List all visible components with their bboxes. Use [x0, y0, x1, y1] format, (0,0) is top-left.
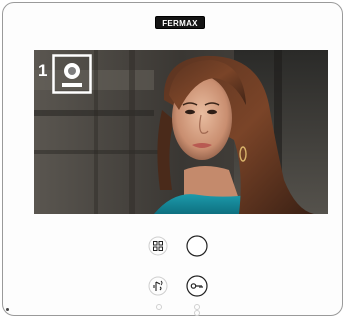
talk-icon	[148, 276, 168, 296]
camera-number: 1	[38, 61, 48, 80]
svg-text:FERMAX: FERMAX	[162, 19, 198, 27]
door-open-button[interactable]	[186, 275, 208, 297]
door-panel-icon	[52, 54, 92, 94]
menu-button[interactable]	[148, 236, 168, 256]
talk-button[interactable]	[148, 276, 168, 296]
grid-icon	[148, 236, 168, 256]
key-icon	[186, 275, 208, 297]
monitor-frame: FERMAX 1	[2, 2, 343, 316]
status-led-right-2	[194, 310, 200, 316]
corner-dot	[6, 308, 9, 311]
fermax-logo-icon: FERMAX	[162, 19, 198, 27]
status-led-left	[156, 304, 162, 310]
video-screen: 1	[34, 50, 328, 214]
round-button-icon	[186, 235, 208, 257]
brand-logo: FERMAX	[155, 16, 205, 29]
power-button[interactable]	[186, 235, 208, 257]
